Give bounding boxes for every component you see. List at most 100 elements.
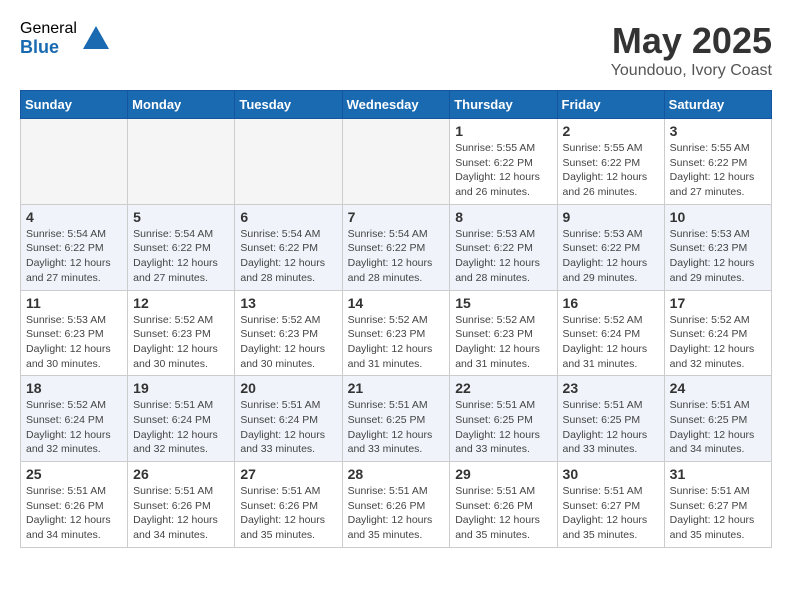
day-number: 8: [455, 209, 551, 225]
weekday-header-monday: Monday: [128, 91, 235, 119]
calendar-day-cell: 25 Sunrise: 5:51 AM Sunset: 6:26 PM Dayli…: [21, 462, 128, 548]
calendar-day-cell: 7 Sunrise: 5:54 AM Sunset: 6:22 PM Daylig…: [342, 204, 450, 290]
calendar-day-cell: 18 Sunrise: 5:52 AM Sunset: 6:24 PM Dayli…: [21, 376, 128, 462]
day-info: Sunrise: 5:55 AM Sunset: 6:22 PM Dayligh…: [563, 141, 659, 200]
day-info: Sunrise: 5:52 AM Sunset: 6:24 PM Dayligh…: [26, 398, 122, 457]
day-info: Sunrise: 5:51 AM Sunset: 6:26 PM Dayligh…: [455, 484, 551, 543]
day-number: 28: [348, 466, 445, 482]
calendar-day-cell: 30 Sunrise: 5:51 AM Sunset: 6:27 PM Dayli…: [557, 462, 664, 548]
day-info: Sunrise: 5:54 AM Sunset: 6:22 PM Dayligh…: [26, 227, 122, 286]
day-info: Sunrise: 5:53 AM Sunset: 6:23 PM Dayligh…: [26, 313, 122, 372]
day-number: 4: [26, 209, 122, 225]
calendar-day-cell: 6 Sunrise: 5:54 AM Sunset: 6:22 PM Daylig…: [235, 204, 342, 290]
calendar-week-row: 18 Sunrise: 5:52 AM Sunset: 6:24 PM Dayli…: [21, 376, 772, 462]
calendar-day-cell: 1 Sunrise: 5:55 AM Sunset: 6:22 PM Daylig…: [450, 119, 557, 205]
day-number: 22: [455, 380, 551, 396]
day-info: Sunrise: 5:51 AM Sunset: 6:27 PM Dayligh…: [670, 484, 766, 543]
calendar-day-cell: 24 Sunrise: 5:51 AM Sunset: 6:25 PM Dayli…: [664, 376, 771, 462]
day-info: Sunrise: 5:53 AM Sunset: 6:22 PM Dayligh…: [455, 227, 551, 286]
day-info: Sunrise: 5:52 AM Sunset: 6:23 PM Dayligh…: [133, 313, 229, 372]
day-number: 6: [240, 209, 336, 225]
day-number: 12: [133, 295, 229, 311]
calendar-day-cell: [128, 119, 235, 205]
calendar-day-cell: 28 Sunrise: 5:51 AM Sunset: 6:26 PM Dayli…: [342, 462, 450, 548]
day-number: 15: [455, 295, 551, 311]
day-info: Sunrise: 5:51 AM Sunset: 6:27 PM Dayligh…: [563, 484, 659, 543]
day-number: 31: [670, 466, 766, 482]
calendar-day-cell: 29 Sunrise: 5:51 AM Sunset: 6:26 PM Dayli…: [450, 462, 557, 548]
day-info: Sunrise: 5:53 AM Sunset: 6:23 PM Dayligh…: [670, 227, 766, 286]
day-info: Sunrise: 5:52 AM Sunset: 6:24 PM Dayligh…: [563, 313, 659, 372]
day-number: 3: [670, 123, 766, 139]
day-number: 2: [563, 123, 659, 139]
calendar-day-cell: 23 Sunrise: 5:51 AM Sunset: 6:25 PM Dayli…: [557, 376, 664, 462]
calendar-day-cell: 8 Sunrise: 5:53 AM Sunset: 6:22 PM Daylig…: [450, 204, 557, 290]
day-info: Sunrise: 5:51 AM Sunset: 6:26 PM Dayligh…: [348, 484, 445, 543]
day-info: Sunrise: 5:53 AM Sunset: 6:22 PM Dayligh…: [563, 227, 659, 286]
day-number: 16: [563, 295, 659, 311]
calendar-day-cell: 20Sunrise: 5:51 AM Sunset: 6:24 PM Dayli…: [235, 376, 342, 462]
calendar-day-cell: 3Sunrise: 5:55 AM Sunset: 6:22 PM Daylig…: [664, 119, 771, 205]
day-info: Sunrise: 5:52 AM Sunset: 6:23 PM Dayligh…: [240, 313, 336, 372]
day-info: Sunrise: 5:51 AM Sunset: 6:24 PM Dayligh…: [133, 398, 229, 457]
calendar-day-cell: 31 Sunrise: 5:51 AM Sunset: 6:27 PM Dayli…: [664, 462, 771, 548]
day-info: Sunrise: 5:52 AM Sunset: 6:23 PM Dayligh…: [348, 313, 445, 372]
day-number: 7: [348, 209, 445, 225]
day-info: Sunrise: 5:52 AM Sunset: 6:24 PM Dayligh…: [670, 313, 766, 372]
day-info: Sunrise: 5:51 AM Sunset: 6:25 PM Dayligh…: [348, 398, 445, 457]
day-info: Sunrise: 5:51 AM Sunset: 6:26 PM Dayligh…: [240, 484, 336, 543]
calendar-day-cell: [235, 119, 342, 205]
calendar-week-row: 25 Sunrise: 5:51 AM Sunset: 6:26 PM Dayli…: [21, 462, 772, 548]
calendar-day-cell: 13Sunrise: 5:52 AM Sunset: 6:23 PM Dayli…: [235, 290, 342, 376]
calendar-header-row: SundayMondayTuesdayWednesdayThursdayFrid…: [21, 91, 772, 119]
day-info: Sunrise: 5:54 AM Sunset: 6:22 PM Dayligh…: [348, 227, 445, 286]
day-number: 18: [26, 380, 122, 396]
calendar-day-cell: 26Sunrise: 5:51 AM Sunset: 6:26 PM Dayli…: [128, 462, 235, 548]
day-number: 24: [670, 380, 766, 396]
calendar-day-cell: 9 Sunrise: 5:53 AM Sunset: 6:22 PM Daylig…: [557, 204, 664, 290]
calendar-day-cell: 11 Sunrise: 5:53 AM Sunset: 6:23 PM Dayli…: [21, 290, 128, 376]
calendar-day-cell: 21 Sunrise: 5:51 AM Sunset: 6:25 PM Dayli…: [342, 376, 450, 462]
day-number: 11: [26, 295, 122, 311]
weekday-header-saturday: Saturday: [664, 91, 771, 119]
weekday-header-sunday: Sunday: [21, 91, 128, 119]
calendar-day-cell: 22Sunrise: 5:51 AM Sunset: 6:25 PM Dayli…: [450, 376, 557, 462]
weekday-header-friday: Friday: [557, 91, 664, 119]
calendar-table: SundayMondayTuesdayWednesdayThursdayFrid…: [20, 90, 772, 548]
calendar-day-cell: 4 Sunrise: 5:54 AM Sunset: 6:22 PM Daylig…: [21, 204, 128, 290]
day-number: 26: [133, 466, 229, 482]
day-number: 14: [348, 295, 445, 311]
calendar-day-cell: 19 Sunrise: 5:51 AM Sunset: 6:24 PM Dayli…: [128, 376, 235, 462]
location-title: Youndouo, Ivory Coast: [611, 62, 772, 80]
calendar-week-row: 1 Sunrise: 5:55 AM Sunset: 6:22 PM Daylig…: [21, 119, 772, 205]
logo-general: General: [20, 20, 77, 38]
day-number: 10: [670, 209, 766, 225]
day-number: 23: [563, 380, 659, 396]
day-number: 21: [348, 380, 445, 396]
day-number: 5: [133, 209, 229, 225]
calendar-day-cell: 16 Sunrise: 5:52 AM Sunset: 6:24 PM Dayli…: [557, 290, 664, 376]
calendar-day-cell: 14 Sunrise: 5:52 AM Sunset: 6:23 PM Dayli…: [342, 290, 450, 376]
day-number: 30: [563, 466, 659, 482]
day-info: Sunrise: 5:55 AM Sunset: 6:22 PM Dayligh…: [455, 141, 551, 200]
day-number: 29: [455, 466, 551, 482]
logo-blue: Blue: [20, 38, 77, 58]
logo-icon: [81, 24, 111, 54]
day-info: Sunrise: 5:54 AM Sunset: 6:22 PM Dayligh…: [133, 227, 229, 286]
title-block: May 2025 Youndouo, Ivory Coast: [611, 20, 772, 80]
day-info: Sunrise: 5:51 AM Sunset: 6:25 PM Dayligh…: [670, 398, 766, 457]
day-number: 9: [563, 209, 659, 225]
day-info: Sunrise: 5:54 AM Sunset: 6:22 PM Dayligh…: [240, 227, 336, 286]
calendar-day-cell: 17Sunrise: 5:52 AM Sunset: 6:24 PM Dayli…: [664, 290, 771, 376]
calendar-week-row: 11 Sunrise: 5:53 AM Sunset: 6:23 PM Dayli…: [21, 290, 772, 376]
page-header: General Blue May 2025 Youndouo, Ivory Co…: [20, 20, 772, 80]
day-number: 19: [133, 380, 229, 396]
day-number: 1: [455, 123, 551, 139]
calendar-day-cell: 2 Sunrise: 5:55 AM Sunset: 6:22 PM Daylig…: [557, 119, 664, 205]
calendar-day-cell: [21, 119, 128, 205]
day-info: Sunrise: 5:51 AM Sunset: 6:25 PM Dayligh…: [563, 398, 659, 457]
day-info: Sunrise: 5:51 AM Sunset: 6:26 PM Dayligh…: [26, 484, 122, 543]
day-info: Sunrise: 5:52 AM Sunset: 6:23 PM Dayligh…: [455, 313, 551, 372]
day-number: 25: [26, 466, 122, 482]
calendar-week-row: 4 Sunrise: 5:54 AM Sunset: 6:22 PM Daylig…: [21, 204, 772, 290]
